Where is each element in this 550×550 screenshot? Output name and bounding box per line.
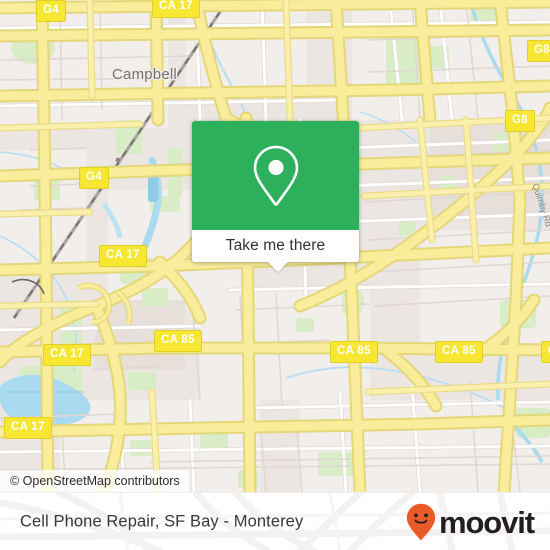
popup-tail <box>267 261 289 272</box>
highway-shield[interactable]: CA 17 <box>4 417 52 439</box>
take-me-there-popup[interactable]: Take me there <box>192 121 359 272</box>
highway-shield[interactable]: G8 <box>505 110 535 132</box>
map-screenshot: Campbell G4 CA 17 G8 G8 G4 CA 17 CA 85 C… <box>0 0 550 550</box>
osm-attribution[interactable]: © OpenStreetMap contributors <box>0 470 189 492</box>
moovit-smiley-pin-icon <box>406 503 436 541</box>
highway-shield[interactable]: CA 85 <box>154 330 202 352</box>
highway-shield[interactable]: CA 85 <box>435 341 483 363</box>
highway-shield[interactable]: CA 85 <box>330 341 378 363</box>
moovit-brand[interactable]: moovit <box>406 503 535 541</box>
map-pin-icon <box>249 144 303 208</box>
highway-shield[interactable]: CA 17 <box>152 0 200 18</box>
highway-shield[interactable]: G8 <box>527 40 550 62</box>
bottom-info-bar: Cell Phone Repair, SF Bay - Monterey moo… <box>0 492 550 550</box>
popup-header <box>192 121 359 230</box>
place-label-campbell: Campbell <box>112 66 177 83</box>
take-me-there-label: Take me there <box>225 237 326 255</box>
highway-shield[interactable]: CA 17 <box>43 344 91 366</box>
poi-title: Cell Phone Repair, SF Bay - Monterey <box>20 512 304 531</box>
highway-shield[interactable]: CA 17 <box>99 245 147 267</box>
highway-shield[interactable]: CA 85 <box>541 341 550 363</box>
attribution-text: © OpenStreetMap contributors <box>10 474 180 488</box>
highway-shield[interactable]: G4 <box>79 167 109 189</box>
moovit-wordmark: moovit <box>438 504 535 540</box>
popup-action-row[interactable]: Take me there <box>192 230 359 262</box>
highway-shield[interactable]: G4 <box>36 0 66 22</box>
